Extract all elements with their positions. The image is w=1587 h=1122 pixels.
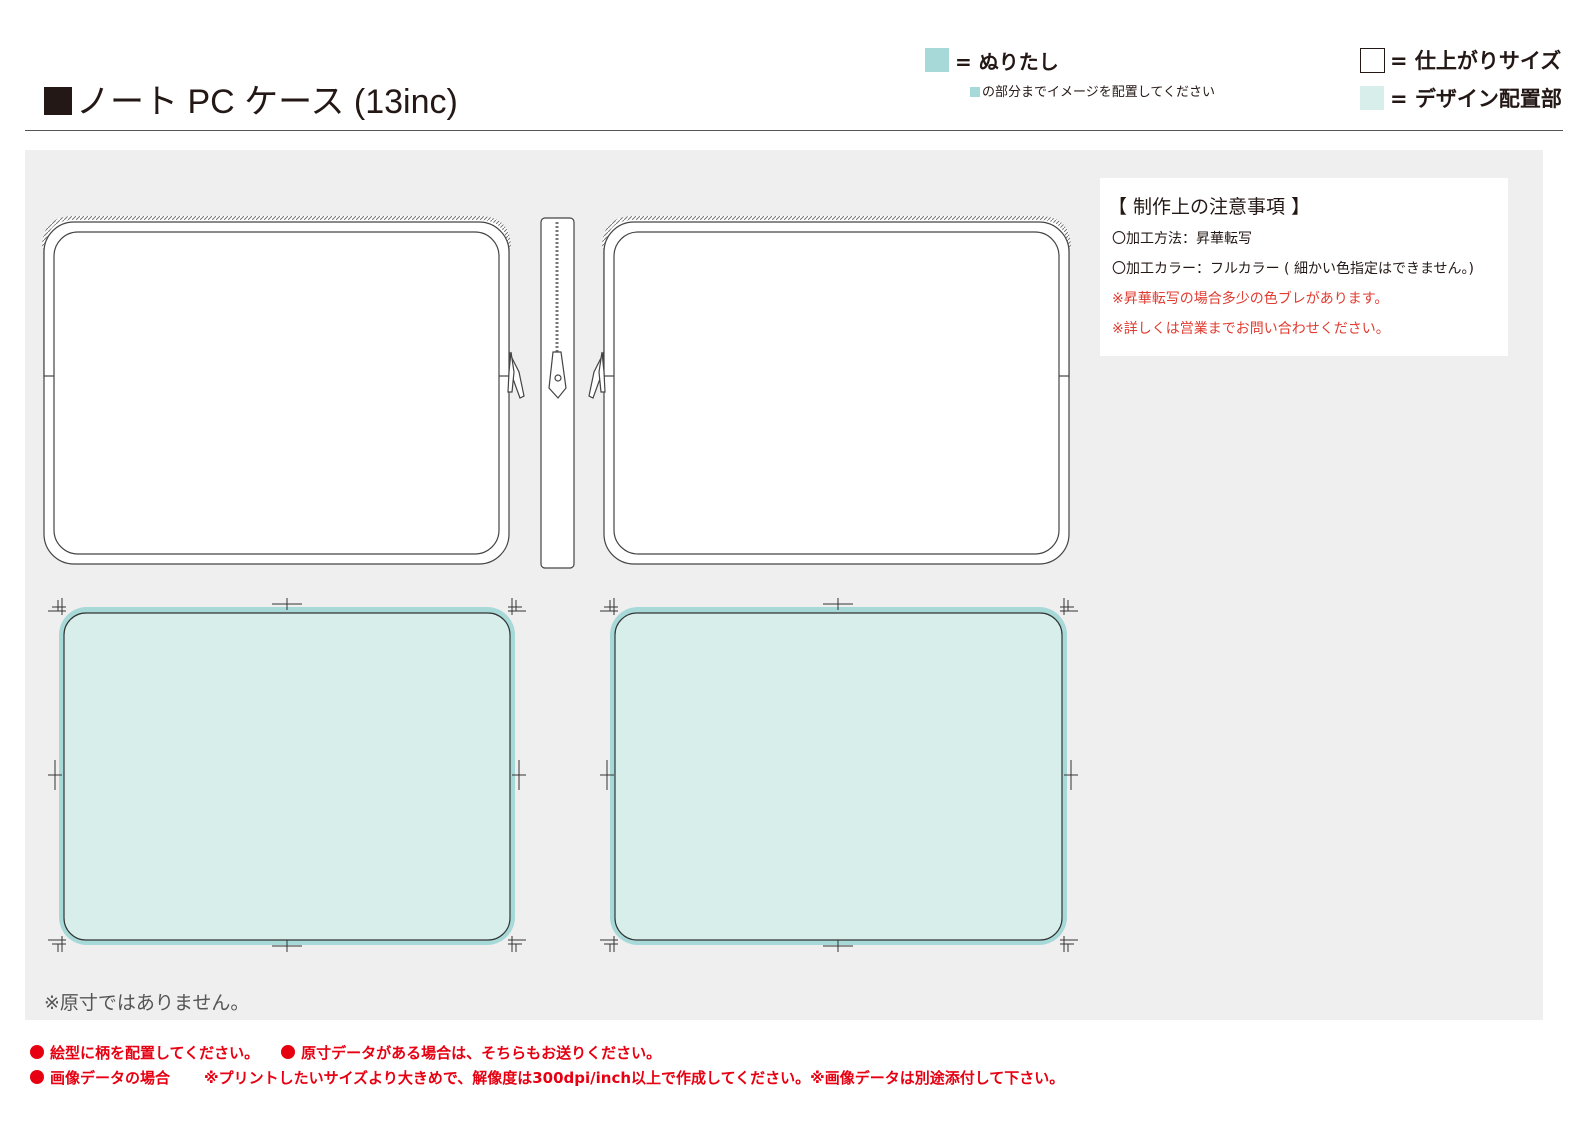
- footer-line-1: 絵型に柄を配置してください。 原寸データがある場合は、そちらもお送りください。: [30, 1042, 661, 1063]
- red-bullet-icon: [281, 1045, 296, 1059]
- footer-line-2: 画像データの場合 ※プリントしたいサイズより大きめで、解像度は300dpi/inc…: [30, 1067, 1064, 1088]
- print-area-front: [59, 607, 515, 945]
- case-diagram: [42, 216, 1078, 952]
- print-area-back: [610, 607, 1067, 945]
- production-notes: 【 制作上の注意事項 】 〇加工方法：昇華転写 〇加工カラー：フルカラー ( 細…: [1100, 178, 1508, 356]
- notes-color: 〇加工カラー：フルカラー ( 細かい色指定はできません。): [1112, 261, 1474, 277]
- not-actual-size-note: ※原寸ではありません。: [44, 992, 250, 1014]
- footer-item-1: 絵型に柄を配置してください。: [50, 1044, 260, 1062]
- footer-item-3-label: 画像データの場合: [50, 1069, 171, 1087]
- notes-method: 〇加工方法：昇華転写: [1112, 231, 1252, 247]
- notes-warning-color: ※昇華転写の場合多少の色ブレがあります。: [1112, 291, 1389, 307]
- footer-item-2: 原寸データがある場合は、そちらもお送りください。: [301, 1044, 662, 1062]
- red-bullet-icon: [30, 1045, 44, 1059]
- notes-warning-contact: ※詳しくは営業までお問い合わせください。: [1112, 321, 1390, 337]
- red-bullet-icon: [30, 1070, 44, 1084]
- case-side-view: [540, 217, 575, 569]
- footer-item-3-text: ※プリントしたいサイズより大きめで、解像度は300dpi/inch以上で作成して…: [204, 1069, 1065, 1087]
- case-back-view: [588, 216, 1071, 565]
- case-front-view: [42, 216, 525, 565]
- notes-heading: 【 制作上の注意事項 】: [1108, 196, 1311, 218]
